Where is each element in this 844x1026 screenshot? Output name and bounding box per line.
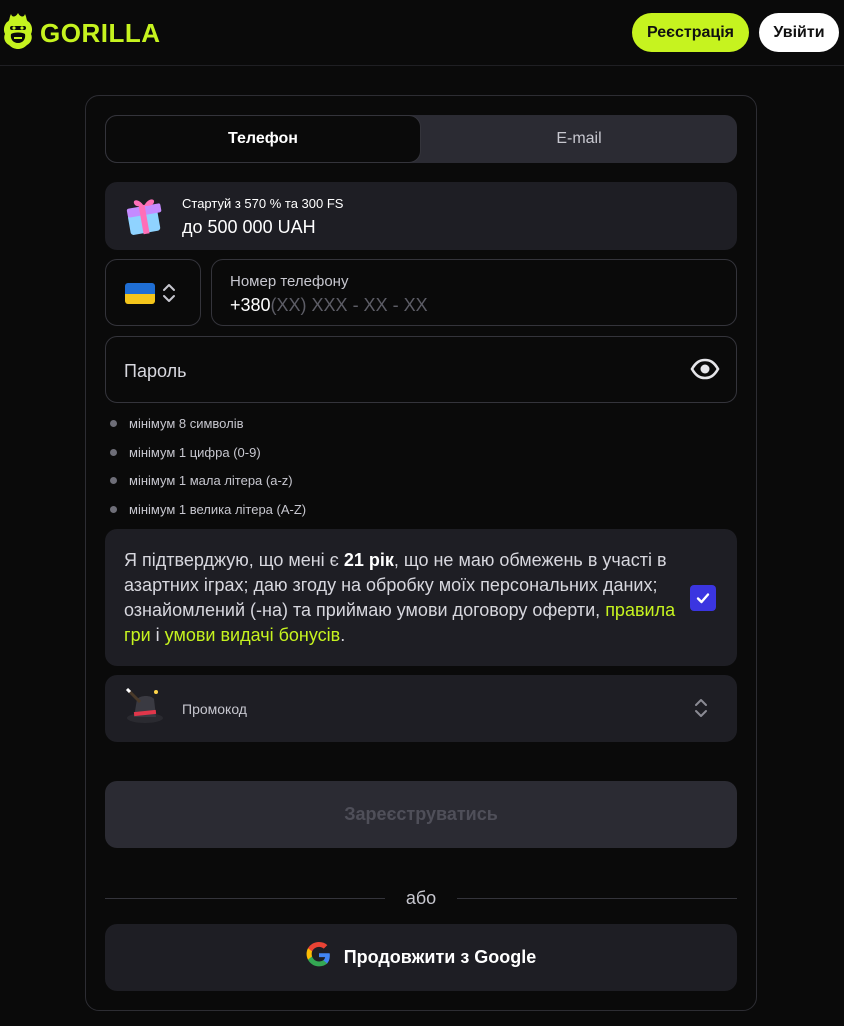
registration-tabs: Телефон E-mail: [105, 115, 737, 163]
bullet-dot: [110, 449, 117, 456]
country-code-select[interactable]: [105, 259, 201, 326]
top-header: GORILLA Реєстрація Увійти: [0, 0, 844, 66]
login-button[interactable]: Увійти: [759, 13, 839, 52]
eye-icon[interactable]: [690, 357, 720, 386]
google-icon: [306, 942, 332, 973]
promo-code-toggle[interactable]: Промокод: [105, 675, 737, 742]
consent-checkbox[interactable]: [690, 585, 716, 611]
divider-or: або: [405, 888, 437, 908]
tab-email[interactable]: E-mail: [421, 115, 737, 163]
bonus-subtitle: Стартуй з 570 % та 300 FS: [182, 196, 344, 211]
divider-line: [457, 898, 737, 899]
bullet-dot: [110, 477, 117, 484]
chevron-up-down-icon: [693, 696, 709, 725]
password-rule: мінімум 1 цифра (0-9): [110, 445, 261, 460]
submit-registration-button[interactable]: Зареєструватись: [105, 781, 737, 848]
bullet-dot: [110, 506, 117, 513]
bonus-amount: до 500 000 UAH: [182, 217, 316, 237]
register-button[interactable]: Реєстрація: [632, 13, 749, 52]
phone-input[interactable]: Номер телефону +380(XX) XXX - XX - XX: [211, 259, 737, 326]
divider-line: [105, 898, 385, 899]
phone-mask: (XX) XXX - XX - XX: [270, 295, 428, 315]
consent-panel: Я підтверджую, що мені є 21 рік, що не м…: [105, 529, 737, 666]
password-label: Пароль: [124, 361, 187, 381]
phone-value[interactable]: +380(XX) XXX - XX - XX: [230, 295, 428, 316]
password-rule: мінімум 8 символів: [110, 416, 244, 431]
gorilla-logo-icon: [2, 12, 34, 55]
tab-phone[interactable]: Телефон: [105, 115, 421, 163]
bonus-terms-link[interactable]: умови видачі бонусів: [165, 625, 341, 645]
phone-label: Номер телефону: [230, 273, 349, 290]
phone-prefix: +380: [230, 295, 271, 315]
chevron-up-down-icon: [161, 281, 177, 310]
consent-text: Я підтверджую, що мені є 21 рік, що не м…: [124, 550, 676, 645]
password-input[interactable]: Пароль: [105, 336, 737, 403]
gift-icon: [123, 194, 165, 241]
password-rule: мінімум 1 велика літера (A-Z): [110, 502, 306, 517]
welcome-bonus-banner: Стартуй з 570 % та 300 FS до 500 000 UAH: [105, 182, 737, 250]
logo[interactable]: GORILLA: [2, 12, 161, 55]
bullet-dot: [110, 420, 117, 427]
google-signin-label: Продовжити з Google: [343, 947, 537, 967]
promo-code-label: Промокод: [182, 701, 247, 717]
magic-hat-icon: [123, 685, 167, 732]
google-signin-button[interactable]: Продовжити з Google: [105, 924, 737, 991]
checkmark-icon: [696, 593, 710, 604]
ukraine-flag-icon: [125, 283, 155, 304]
age-requirement: 21 рік: [343, 550, 394, 570]
logo-text: GORILLA: [40, 18, 161, 48]
password-rule: мінімум 1 мала літера (a-z): [110, 473, 293, 488]
